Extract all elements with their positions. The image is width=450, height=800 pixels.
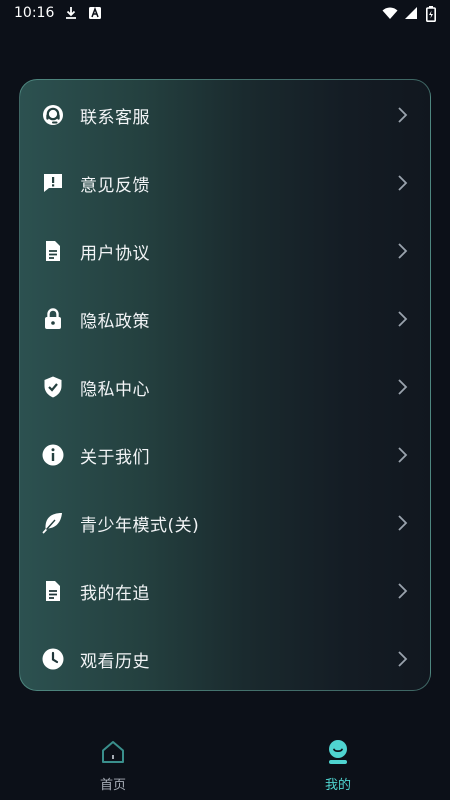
notification-a-icon: [88, 6, 102, 20]
menu-card: 联系客服 意见反馈 用户协议 隐私政策 隐私中心 关于我们 青少年模式(关) 我…: [19, 79, 431, 691]
menu-item-label: 用户协议: [80, 243, 150, 264]
chevron-right-icon: [396, 378, 408, 396]
chevron-right-icon: [396, 650, 408, 668]
chevron-right-icon: [396, 242, 408, 260]
home-icon: [99, 738, 127, 766]
menu-item-label: 隐私中心: [80, 379, 150, 400]
tab-mine[interactable]: 我的: [278, 726, 398, 800]
leaf-icon: [41, 511, 65, 535]
menu-item-privacy-center[interactable]: 隐私中心: [20, 353, 430, 421]
menu-item-label: 我的在追: [80, 583, 150, 604]
menu-item-customer-service[interactable]: 联系客服: [20, 81, 430, 149]
menu-item-label: 意见反馈: [80, 175, 150, 196]
chevron-right-icon: [396, 582, 408, 600]
menu-item-privacy-policy[interactable]: 隐私政策: [20, 285, 430, 353]
tab-mine-label: 我的: [324, 778, 351, 793]
wifi-icon: [382, 6, 398, 20]
info-icon: [41, 443, 65, 467]
download-icon: [64, 6, 78, 20]
menu-item-label: 观看历史: [80, 651, 150, 672]
status-time: 10:16: [14, 5, 55, 21]
lock-icon: [41, 307, 65, 331]
menu-item-teen-mode[interactable]: 青少年模式(关): [20, 489, 430, 557]
tab-home[interactable]: 首页: [53, 726, 173, 800]
menu-item-feedback[interactable]: 意见反馈: [20, 149, 430, 217]
feedback-icon: [41, 171, 65, 195]
tab-home-label: 首页: [99, 778, 126, 793]
customer-service-icon: [41, 103, 65, 127]
signal-icon: [404, 6, 418, 20]
menu-item-label: 关于我们: [80, 447, 150, 468]
status-left: 10:16: [14, 5, 102, 21]
menu-item-user-agreement[interactable]: 用户协议: [20, 217, 430, 285]
chevron-right-icon: [396, 310, 408, 328]
menu-item-label: 青少年模式(关): [80, 515, 200, 536]
chevron-right-icon: [396, 446, 408, 464]
profile-icon: [324, 738, 352, 766]
document-icon: [41, 239, 65, 263]
shield-icon: [41, 375, 65, 399]
status-right: [382, 6, 436, 22]
menu-item-label: 隐私政策: [80, 311, 150, 332]
battery-icon: [426, 6, 436, 22]
menu-item-label: 联系客服: [80, 107, 150, 128]
menu-item-following[interactable]: 我的在追: [20, 557, 430, 625]
document-icon: [41, 579, 65, 603]
bottom-nav: 首页 我的: [0, 726, 450, 800]
chevron-right-icon: [396, 106, 408, 124]
chevron-right-icon: [396, 514, 408, 532]
clock-icon: [41, 647, 65, 671]
chevron-right-icon: [396, 174, 408, 192]
menu-item-about-us[interactable]: 关于我们: [20, 421, 430, 489]
menu-item-watch-history[interactable]: 观看历史: [20, 625, 430, 690]
status-bar: 10:16: [0, 0, 450, 26]
